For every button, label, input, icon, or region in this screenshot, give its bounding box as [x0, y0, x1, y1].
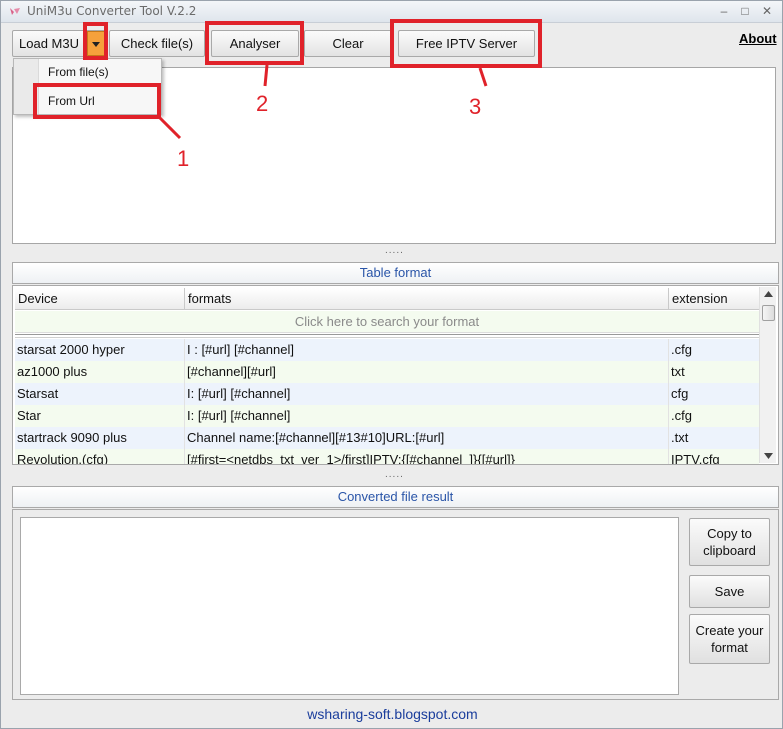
scroll-up-icon[interactable] [764, 291, 773, 297]
table-scrollbar[interactable] [759, 287, 776, 463]
cell-format: Channel name:[#channel][#13#10]URL:[#url… [185, 427, 669, 449]
column-header-formats[interactable]: formats [185, 288, 669, 310]
splitter-grip-bottom[interactable]: ..... [385, 469, 404, 480]
save-button[interactable]: Save [689, 575, 770, 608]
cell-device: Star [15, 405, 185, 427]
maximize-button[interactable]: □ [736, 3, 754, 19]
annotation-box-dropdown [83, 22, 108, 60]
cell-extension: .cfg [671, 342, 692, 357]
cell-extension: IPTV.cfg [671, 452, 720, 465]
minimize-button[interactable]: – [715, 3, 733, 19]
table-row[interactable]: Revolution.(cfg) [#first=<netdbs_txt_ver… [15, 449, 759, 465]
cell-format: [#first=<netdbs_txt_ver_1>/first]IPTV:{[… [185, 449, 669, 464]
cell-format: I: [#url] [#channel] [185, 405, 669, 427]
table-header-row: Device formats extension [15, 288, 759, 310]
menu-item-from-files[interactable]: From file(s) [48, 65, 109, 79]
clear-button[interactable]: Clear [304, 30, 392, 57]
table-separator [15, 334, 759, 338]
window-title: UniM3u Converter Tool V.2.2 [27, 4, 197, 18]
cell-device: az1000 plus [15, 361, 185, 383]
annotation-box-analyser [205, 21, 304, 65]
column-header-extension[interactable]: extension [669, 288, 759, 310]
annotation-number-1: 1 [177, 146, 190, 171]
annotation-number-2: 2 [256, 91, 269, 116]
table-row[interactable]: Starsat I: [#url] [#channel] cfg [15, 383, 759, 405]
footer-link[interactable]: wsharing-soft.blogspot.com [1, 706, 783, 722]
cell-extension: .cfg [671, 408, 692, 423]
app-icon [10, 8, 20, 15]
cell-format: I : [#url] [#channel] [185, 339, 669, 361]
scrollbar-thumb[interactable] [762, 305, 775, 321]
converted-result-textarea[interactable] [20, 517, 679, 695]
table-format-header: Table format [12, 262, 779, 284]
cell-format: I: [#url] [#channel] [185, 383, 669, 405]
cell-format: [#channel][#url] [185, 361, 669, 383]
cell-extension: .txt [671, 430, 689, 445]
scroll-down-icon[interactable] [764, 453, 773, 459]
annotation-number-3: 3 [469, 94, 482, 119]
annotation-box-free-iptv [390, 19, 542, 68]
cell-device: starsat 2000 hyper [15, 339, 185, 361]
column-header-device[interactable]: Device [15, 288, 185, 310]
cell-device: Starsat [15, 383, 185, 405]
cell-extension: txt [671, 364, 685, 379]
format-search-row[interactable]: Click here to search your format [15, 311, 759, 333]
table-row[interactable]: startrack 9090 plus Channel name:[#chann… [15, 427, 759, 449]
cell-extension: cfg [671, 386, 689, 401]
check-files-button[interactable]: Check file(s) [109, 30, 205, 57]
result-panel: Copy to clipboard Save Create your forma… [12, 509, 779, 700]
splitter-grip-top[interactable]: ..... [385, 245, 404, 256]
converted-result-header: Converted file result [12, 486, 779, 508]
format-table: Device formats extension Click here to s… [12, 285, 779, 465]
cell-device: Revolution.(cfg) [15, 449, 185, 464]
about-link[interactable]: About [739, 31, 777, 46]
load-m3u-label: Load M3U [19, 36, 79, 51]
cell-device: startrack 9090 plus [15, 427, 185, 449]
annotation-box-from-url [33, 83, 161, 119]
close-button[interactable]: ✕ [758, 3, 776, 19]
create-format-button[interactable]: Create your format [689, 614, 770, 664]
table-row[interactable]: az1000 plus [#channel][#url] txt [15, 361, 759, 383]
table-row[interactable]: starsat 2000 hyper I : [#url] [#channel]… [15, 339, 759, 361]
table-row[interactable]: Star I: [#url] [#channel] .cfg [15, 405, 759, 427]
copy-to-clipboard-button[interactable]: Copy to clipboard [689, 518, 770, 566]
